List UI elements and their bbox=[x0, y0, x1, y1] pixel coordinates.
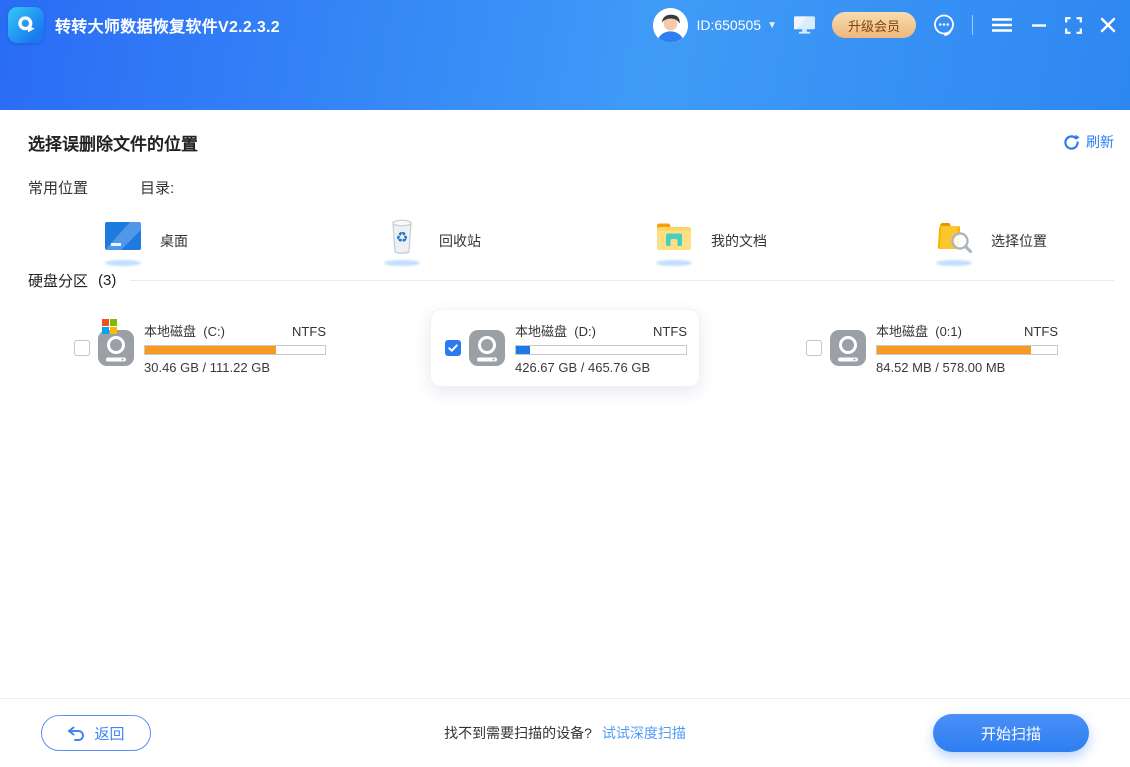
disk-usage-bar bbox=[876, 345, 1058, 355]
hard-drive-icon bbox=[826, 326, 870, 370]
close-icon[interactable] bbox=[1100, 17, 1116, 33]
disk-name: 本地磁盘 (D:) bbox=[515, 321, 596, 340]
app-title: 转转大师数据恢复软件V2.2.3.2 bbox=[55, 13, 280, 37]
common-locations-label: 常用位置 bbox=[28, 177, 88, 198]
directory-label: 目录: bbox=[140, 177, 174, 198]
location-my-documents[interactable]: 我的文档 bbox=[653, 216, 767, 266]
disk-checkbox[interactable] bbox=[806, 340, 822, 356]
location-label: 回收站 bbox=[439, 231, 481, 251]
disk-filesystem: NTFS bbox=[1024, 324, 1058, 339]
disk-name: 本地磁盘 (C:) bbox=[144, 321, 225, 340]
upgrade-vip-button[interactable]: 升级会员 bbox=[832, 12, 916, 38]
location-choose[interactable]: 选择位置 bbox=[933, 216, 1047, 266]
svg-text:♻: ♻ bbox=[396, 230, 409, 246]
monitor-icon[interactable] bbox=[793, 15, 816, 35]
disk-usage-fill bbox=[145, 346, 276, 354]
disk-card-d[interactable]: 本地磁盘 (D:) NTFS 426.67 GB / 465.76 GB bbox=[430, 309, 700, 387]
avatar[interactable] bbox=[653, 8, 688, 43]
my-documents-icon bbox=[653, 216, 695, 266]
disk-filesystem: NTFS bbox=[653, 324, 687, 339]
icon-shadow bbox=[105, 260, 141, 266]
windows-logo-icon bbox=[102, 319, 117, 334]
location-desktop[interactable]: 桌面 bbox=[102, 216, 188, 266]
titlebar: 转转大师数据恢复软件V2.2.3.2 ID:650505 ▼ bbox=[0, 0, 1130, 50]
minimize-icon[interactable] bbox=[1031, 17, 1047, 33]
disk-capacity: 30.46 GB / 111.22 GB bbox=[144, 360, 326, 375]
disk-capacity: 426.67 GB / 465.76 GB bbox=[515, 360, 687, 375]
maximize-icon[interactable] bbox=[1065, 17, 1082, 34]
disk-usage-fill bbox=[516, 346, 530, 354]
disk-usage-bar bbox=[144, 345, 326, 355]
partitions-count: (3) bbox=[98, 272, 116, 289]
refresh-icon bbox=[1063, 134, 1080, 151]
disk-capacity: 84.52 MB / 578.00 MB bbox=[876, 360, 1058, 375]
titlebar-divider bbox=[972, 15, 973, 35]
scan-hint-text: 找不到需要扫描的设备? bbox=[444, 723, 592, 743]
desktop-icon bbox=[102, 216, 144, 266]
icon-shadow bbox=[936, 260, 972, 266]
location-recycle-bin[interactable]: ♻ 回收站 bbox=[381, 216, 481, 266]
app-window: 转转大师数据恢复软件V2.2.3.2 ID:650505 ▼ bbox=[0, 0, 1130, 767]
deep-scan-link[interactable]: 试试深度扫描 bbox=[602, 723, 686, 743]
icon-shadow bbox=[384, 260, 420, 266]
headset-support-icon[interactable] bbox=[932, 13, 956, 37]
caret-down-icon[interactable]: ▼ bbox=[767, 20, 777, 31]
refresh-label: 刷新 bbox=[1086, 132, 1114, 152]
menu-icon[interactable] bbox=[991, 17, 1013, 33]
back-button[interactable]: 返回 bbox=[41, 715, 151, 751]
disk-usage-bar bbox=[515, 345, 687, 355]
user-id-label: ID:650505 bbox=[696, 17, 761, 33]
disk-checkbox[interactable] bbox=[74, 340, 90, 356]
choose-location-icon bbox=[933, 216, 975, 266]
disk-name: 本地磁盘 (0:1) bbox=[876, 321, 962, 340]
page-title: 选择误删除文件的位置 bbox=[28, 130, 198, 155]
start-scan-button[interactable]: 开始扫描 bbox=[933, 714, 1089, 752]
disk-checkbox[interactable] bbox=[445, 340, 461, 356]
back-arrow-icon bbox=[67, 726, 85, 741]
footer-bar: 返回 找不到需要扫描的设备? 试试深度扫描 开始扫描 bbox=[0, 698, 1130, 767]
header-band: 转转大师数据恢复软件V2.2.3.2 ID:650505 ▼ bbox=[0, 0, 1130, 110]
back-label: 返回 bbox=[94, 723, 124, 744]
disk-list: 本地磁盘 (C:) NTFS 30.46 GB / 111.22 GB bbox=[0, 296, 1130, 406]
refresh-button[interactable]: 刷新 bbox=[1063, 132, 1114, 152]
location-label: 我的文档 bbox=[711, 231, 767, 251]
disk-filesystem: NTFS bbox=[292, 324, 326, 339]
disk-card-c[interactable]: 本地磁盘 (C:) NTFS 30.46 GB / 111.22 GB bbox=[58, 313, 338, 383]
app-logo-icon bbox=[8, 7, 44, 43]
disk-usage-fill bbox=[877, 346, 1031, 354]
divider-line bbox=[130, 280, 1114, 281]
recycle-bin-icon: ♻ bbox=[381, 216, 423, 266]
hard-drive-icon bbox=[465, 326, 509, 370]
partitions-header: 硬盘分区 (3) bbox=[28, 270, 1114, 291]
location-label: 选择位置 bbox=[991, 231, 1047, 251]
main-content: 选择误删除文件的位置 刷新 常用位置 目录: 桌面 bbox=[0, 110, 1130, 698]
hard-drive-icon bbox=[94, 326, 138, 370]
disk-card-01[interactable]: 本地磁盘 (0:1) NTFS 84.52 MB / 578.00 MB bbox=[790, 313, 1070, 383]
icon-shadow bbox=[656, 260, 692, 266]
location-label: 桌面 bbox=[160, 231, 188, 251]
partitions-label: 硬盘分区 bbox=[28, 270, 88, 291]
